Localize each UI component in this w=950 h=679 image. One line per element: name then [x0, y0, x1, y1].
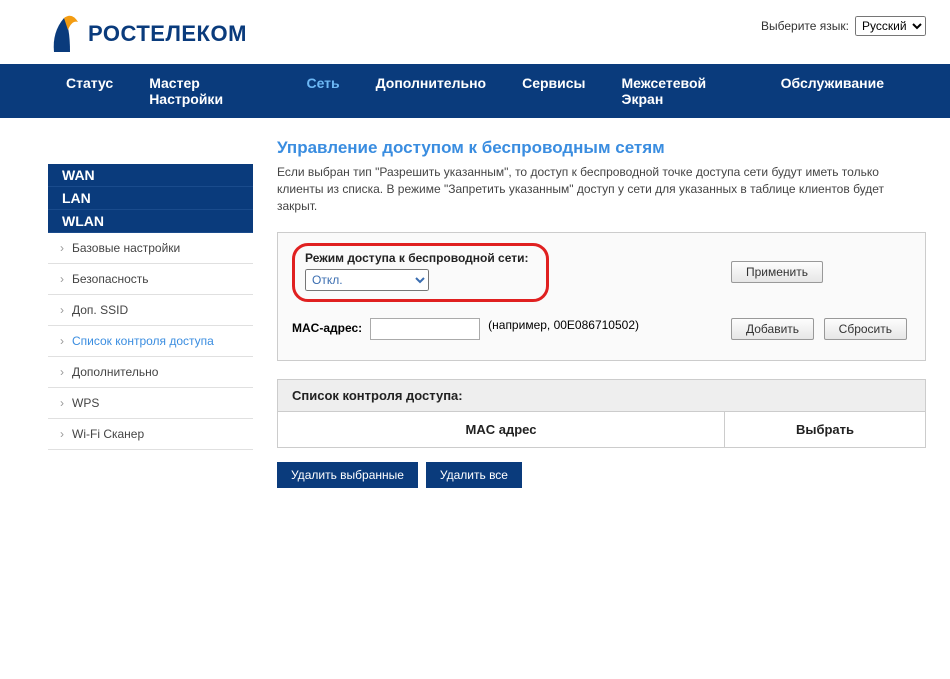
add-button[interactable]: Добавить: [731, 318, 814, 340]
mode-highlight: Режим доступа к беспроводной сети: Откл.: [292, 243, 549, 302]
col-select: Выбрать: [725, 412, 925, 447]
sidebar-item-wifi-scanner[interactable]: Wi-Fi Сканер: [48, 419, 253, 450]
apply-button[interactable]: Применить: [731, 261, 823, 283]
rostelecom-logo-icon: [48, 12, 82, 56]
sidebar-item-advanced[interactable]: Дополнительно: [48, 357, 253, 388]
settings-panel: Режим доступа к беспроводной сети: Откл.…: [277, 232, 926, 361]
sidebar-item-acl[interactable]: Список контроля доступа: [48, 326, 253, 357]
top-navigation: Статус Мастер Настройки Сеть Дополнитель…: [0, 64, 950, 118]
delete-all-button[interactable]: Удалить все: [426, 462, 522, 488]
col-mac: MAC адрес: [278, 412, 725, 447]
mac-example: (например, 00E086710502): [488, 318, 639, 332]
nav-network[interactable]: Сеть: [288, 64, 357, 118]
brand-text: РОСТЕЛЕКОМ: [88, 21, 247, 47]
nav-advanced[interactable]: Дополнительно: [358, 64, 504, 118]
acl-table: MAC адрес Выбрать: [277, 412, 926, 448]
mode-label: Режим доступа к беспроводной сети:: [305, 251, 528, 265]
language-select[interactable]: Русский: [855, 16, 926, 36]
page-title: Управление доступом к беспроводным сетям: [277, 138, 926, 158]
sidebar-tab-lan[interactable]: LAN: [48, 187, 253, 210]
nav-maintenance[interactable]: Обслуживание: [763, 64, 902, 118]
sidebar-item-wps[interactable]: WPS: [48, 388, 253, 419]
reset-button[interactable]: Сбросить: [824, 318, 907, 340]
nav-services[interactable]: Сервисы: [504, 64, 603, 118]
sidebar-item-add-ssid[interactable]: Доп. SSID: [48, 295, 253, 326]
language-label: Выберите язык:: [761, 19, 849, 33]
sidebar: WAN LAN WLAN Базовые настройки Безопасно…: [48, 164, 253, 488]
mode-select[interactable]: Откл.: [305, 269, 429, 291]
sidebar-tab-wan[interactable]: WAN: [48, 164, 253, 187]
delete-selected-button[interactable]: Удалить выбранные: [277, 462, 418, 488]
language-selector: Выберите язык: Русский: [761, 16, 926, 36]
sidebar-item-basic[interactable]: Базовые настройки: [48, 233, 253, 264]
acl-table-title: Список контроля доступа:: [277, 379, 926, 412]
nav-setup-wizard[interactable]: Мастер Настройки: [131, 64, 288, 118]
nav-firewall[interactable]: Межсетевой Экран: [604, 64, 763, 118]
sidebar-tab-wlan[interactable]: WLAN: [48, 210, 253, 233]
brand-logo: РОСТЕЛЕКОМ: [48, 12, 247, 56]
mac-input[interactable]: [370, 318, 480, 340]
mac-label: MAC-адрес:: [292, 318, 362, 335]
page-description: Если выбран тип "Разрешить указанным", т…: [277, 164, 926, 214]
sidebar-item-security[interactable]: Безопасность: [48, 264, 253, 295]
nav-status[interactable]: Статус: [48, 64, 131, 118]
